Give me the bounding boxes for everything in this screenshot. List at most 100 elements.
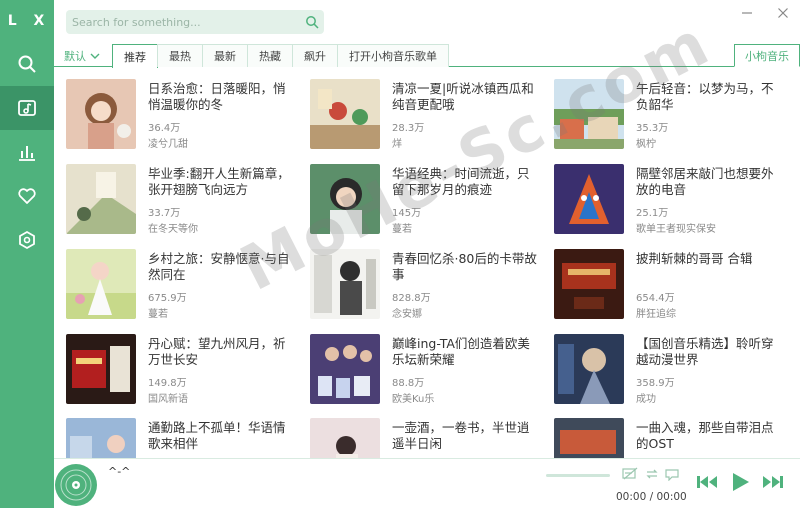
playlist-author: 枫柠 [636, 139, 656, 150]
playlist-title[interactable]: 一曲入魂，那些自带泪点的OST [636, 420, 784, 452]
disc-icon [55, 464, 97, 506]
playlist-author: 烊 [392, 139, 402, 150]
playlist-title[interactable]: 毕业季:翻开人生新篇章，张开翅膀飞向远方 [148, 166, 296, 198]
play-count: 36.4万 [148, 123, 181, 134]
progress-bar[interactable] [546, 474, 610, 477]
tab-bar: 默认 推荐 最热 最新 热藏 飙升 打开小枸音乐歌单 小枸音乐 [54, 44, 800, 68]
play-icon[interactable] [730, 472, 750, 492]
tab-hottest[interactable]: 最热 [157, 44, 203, 67]
playlist-title[interactable]: 披荆斩棘的哥哥 合辑 [636, 251, 784, 267]
playlist-author: 蔓若 [392, 224, 412, 235]
tab-open-playlist[interactable]: 打开小枸音乐歌单 [337, 44, 449, 67]
tab-recommended[interactable]: 推荐 [112, 44, 158, 68]
play-count: 149.8万 [148, 378, 187, 389]
play-count: 358.9万 [636, 378, 675, 389]
playlist-title[interactable]: 午后轻音：以梦为马，不负韶华 [636, 81, 784, 113]
playlist-title[interactable]: 隔壁邻居来敲门也想要外放的电音 [636, 166, 784, 198]
playlist-card[interactable]: 一壶酒，一卷书，半世逍遥半日闲 [310, 418, 542, 458]
playlist-cover [310, 418, 380, 458]
playlist-card[interactable]: 隔壁邻居来敲门也想要外放的电音 25.1万 歌单王者现实保安 [554, 164, 786, 236]
playlist-card[interactable]: 乡村之旅：安静惬意·与自然同在 675.9万 蔓若 [66, 249, 298, 321]
playlist-cover [66, 334, 136, 404]
play-count: 28.3万 [392, 123, 425, 134]
search-button[interactable] [300, 10, 324, 34]
playlist-author: 国风新语 [148, 394, 188, 405]
desktop-lyric-icon[interactable] [622, 467, 638, 481]
playlist-cover [66, 164, 136, 234]
playlist-card[interactable]: 一曲入魂，那些自带泪点的OST [554, 418, 786, 458]
playlist-card[interactable]: 毕业季:翻开人生新篇章，张开翅膀飞向远方 33.7万 在冬天等你 [66, 164, 298, 236]
playlist-title[interactable]: 华语经典：时间流逝，只留下那岁月的痕迹 [392, 166, 540, 198]
playlist-title[interactable]: 清凉一夏|听说冰镇西瓜和纯音更配哦 [392, 81, 540, 113]
playlist-title[interactable]: 丹心赋：望九州风月，祈万世长安 [148, 336, 296, 368]
playlist-cover [554, 334, 624, 404]
playlist-card[interactable]: 巅峰ing-TA们创造着欧美乐坛新荣耀 88.8万 欧美Ku乐 [310, 334, 542, 406]
playlist-author: 凌兮几甜 [148, 139, 188, 150]
tab-hot-collected[interactable]: 热藏 [247, 44, 293, 67]
nav-song-lists[interactable] [0, 86, 54, 130]
playlist-author: 胖狂追综 [636, 309, 676, 320]
minimize-button[interactable] [740, 6, 754, 20]
chart-icon [19, 146, 35, 161]
playlist-card[interactable]: 通勤路上不孤单！华语情歌来相伴 [66, 418, 298, 458]
close-icon [778, 8, 788, 18]
playlist-card[interactable]: 丹心赋：望九州风月，祈万世长安 149.8万 国风新语 [66, 334, 298, 406]
heart-icon [18, 188, 36, 204]
settings-icon [19, 230, 35, 250]
song-name: ^-^ [108, 465, 131, 478]
source-tab[interactable]: 小枸音乐 [734, 44, 800, 67]
playlist-title[interactable]: 通勤路上不孤单！华语情歌来相伴 [148, 420, 296, 452]
playlist-cover [554, 418, 624, 458]
tag-tabs: 推荐 最热 最新 热藏 飙升 打开小枸音乐歌单 [112, 44, 449, 68]
time-display: 00:00 / 00:00 [616, 491, 687, 503]
comment-icon[interactable] [664, 467, 680, 481]
sidebar: L X [0, 0, 54, 508]
repeat-icon[interactable] [644, 467, 660, 481]
nav-favorites[interactable] [0, 174, 54, 218]
playlist-cover [310, 249, 380, 319]
playlist-title[interactable]: 日系治愈：日落暖阳，悄悄温暖你的冬 [148, 81, 296, 113]
next-icon[interactable] [762, 474, 784, 490]
tab-rising[interactable]: 飙升 [292, 44, 338, 67]
playlist-grid: 日系治愈：日落暖阳，悄悄温暖你的冬 36.4万 凌兮几甜 清凉一夏|听说冰镇西瓜… [66, 79, 796, 458]
playlist-author: 念安娜 [392, 309, 422, 320]
nav-settings[interactable] [0, 218, 54, 262]
playlist-card[interactable]: 日系治愈：日落暖阳，悄悄温暖你的冬 36.4万 凌兮几甜 [66, 79, 298, 151]
playlist-title[interactable]: 一壶酒，一卷书，半世逍遥半日闲 [392, 420, 540, 452]
search-icon [18, 55, 36, 73]
playlist-author: 蔓若 [148, 309, 168, 320]
playlist-author: 歌单王者现实保安 [636, 224, 716, 235]
play-count: 25.1万 [636, 208, 669, 219]
prev-icon[interactable] [696, 474, 718, 490]
playlist-card[interactable]: 午后轻音：以梦为马，不负韶华 35.3万 枫柠 [554, 79, 786, 151]
playlist-card[interactable]: 青春回忆杀·80后的卡带故事 828.8万 念安娜 [310, 249, 542, 321]
playlist-cover [554, 79, 624, 149]
playlist-cover [554, 249, 624, 319]
close-button[interactable] [776, 6, 790, 20]
playlist-author: 在冬天等你 [148, 224, 198, 235]
playlist-title[interactable]: 乡村之旅：安静惬意·与自然同在 [148, 251, 296, 283]
player-bar: ^-^ 00:00 / 00:00 [54, 458, 800, 508]
playlist-card[interactable]: 【国创音乐精选】聆听穿越动漫世界 358.9万 成功 [554, 334, 786, 406]
search-input[interactable] [66, 15, 300, 29]
search-icon [306, 16, 319, 29]
playlist-card[interactable]: 清凉一夏|听说冰镇西瓜和纯音更配哦 28.3万 烊 [310, 79, 542, 151]
tab-newest[interactable]: 最新 [202, 44, 248, 67]
playlist-title[interactable]: 【国创音乐精选】聆听穿越动漫世界 [636, 336, 784, 368]
sort-dropdown[interactable]: 默认 [64, 48, 100, 64]
playlist-card[interactable]: 披荆斩棘的哥哥 合辑 654.4万 胖狂追综 [554, 249, 786, 321]
nav-leaderboard[interactable] [0, 130, 54, 174]
playlist-author: 成功 [636, 394, 656, 405]
playlist-author: 欧美Ku乐 [392, 394, 435, 405]
play-count: 654.4万 [636, 293, 675, 304]
nav-search[interactable] [0, 42, 54, 86]
search-box [66, 10, 324, 34]
playlist-cover [66, 249, 136, 319]
play-count: 88.8万 [392, 378, 425, 389]
playlist-cover [66, 79, 136, 149]
play-count: 828.8万 [392, 293, 431, 304]
album-art[interactable] [54, 463, 98, 507]
playlist-title[interactable]: 青春回忆杀·80后的卡带故事 [392, 251, 540, 283]
playlist-card[interactable]: 华语经典：时间流逝，只留下那岁月的痕迹 145万 蔓若 [310, 164, 542, 236]
playlist-title[interactable]: 巅峰ing-TA们创造着欧美乐坛新荣耀 [392, 336, 540, 368]
